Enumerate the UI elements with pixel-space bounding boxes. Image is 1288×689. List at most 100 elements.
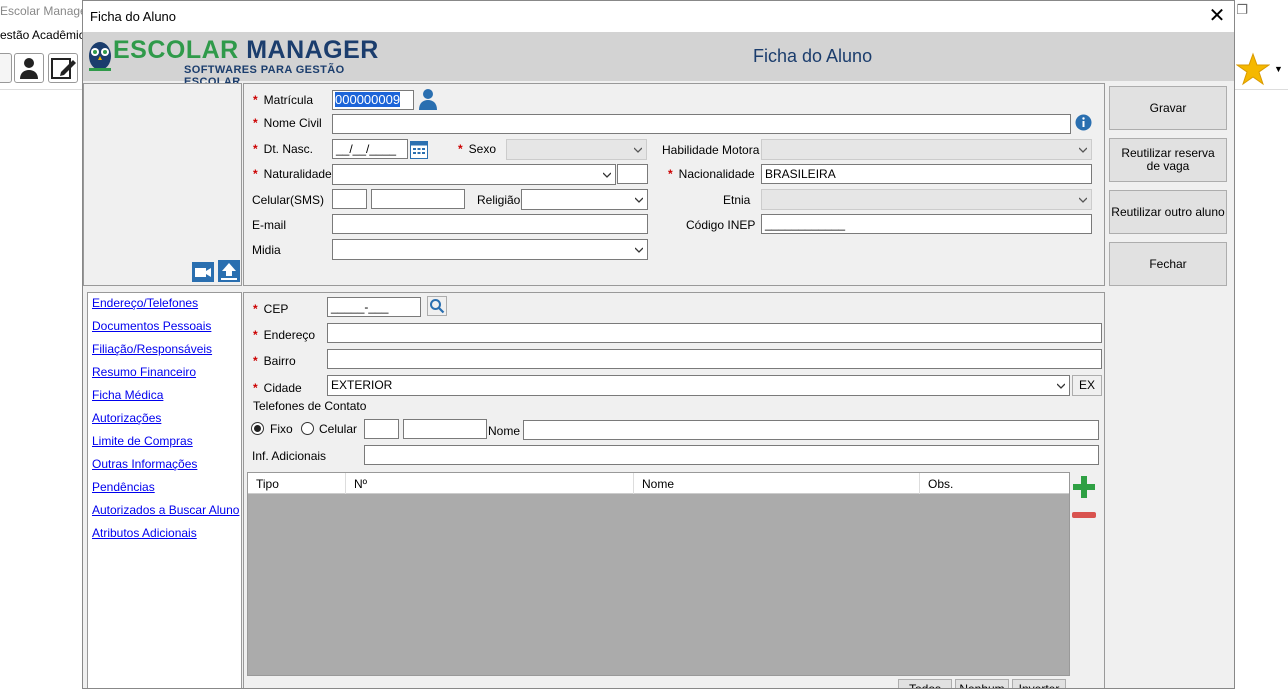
chevron-down-icon (603, 172, 611, 178)
column-header-obs[interactable]: Obs. (920, 473, 1071, 494)
inf-adicionais-field[interactable] (364, 445, 1099, 465)
contato-nome-field[interactable] (523, 420, 1099, 440)
cidade-label: * Cidade (253, 381, 302, 395)
upload-icon[interactable] (218, 260, 240, 282)
student-icon[interactable] (14, 53, 44, 83)
background-app-menu[interactable]: estão Acadêmic (0, 28, 85, 42)
email-field[interactable] (332, 214, 648, 234)
nav-filiacao-responsaveis[interactable]: Filiação/Responsáveis (92, 342, 212, 356)
nav-autorizados-buscar[interactable]: Autorizados a Buscar Aluno (92, 503, 239, 517)
edit-icon[interactable] (48, 53, 78, 83)
add-phone-icon[interactable] (1072, 475, 1096, 499)
background-app-title: Escolar Manage (0, 4, 87, 18)
column-header-nome[interactable]: Nome (634, 473, 920, 494)
inep-label: Código INEP (686, 218, 756, 232)
star-icon[interactable] (1236, 52, 1270, 86)
midia-select[interactable] (332, 239, 648, 260)
action-panel: Gravar Reutilizar reserva de vaga Reutil… (1105, 83, 1234, 688)
student-search-icon[interactable] (418, 88, 438, 110)
celular-number-field[interactable] (371, 189, 465, 209)
column-header-tipo[interactable]: Tipo (248, 473, 346, 494)
celular-ddd-field[interactable] (332, 189, 367, 209)
email-label: E-mail (252, 218, 287, 232)
celular-radio-label: Celular (319, 422, 358, 436)
column-header-numero[interactable]: Nº (346, 473, 634, 494)
inep-field[interactable]: ____________ (761, 214, 1092, 234)
cep-search-button[interactable] (427, 296, 447, 316)
chevron-down-icon (1079, 147, 1087, 153)
nome-label: Nome (488, 424, 521, 438)
logo-manager: MANAGER (246, 36, 379, 64)
cidade-uf-button[interactable]: EX (1072, 375, 1102, 396)
nav-ficha-medica[interactable]: Ficha Médica (92, 388, 163, 402)
religiao-select[interactable] (521, 189, 648, 210)
list-icon[interactable] (0, 53, 12, 83)
phones-table[interactable]: Tipo Nº Nome Obs. (247, 472, 1070, 676)
tel-number-field[interactable] (403, 419, 487, 439)
ficha-aluno-dialog: Ficha do Aluno ✕ ESCOLAR MANAGER SOFTWAR… (82, 0, 1235, 689)
nav-endereco-telefones[interactable]: Endereço/Telefones (92, 296, 198, 310)
remove-phone-icon[interactable] (1072, 511, 1096, 519)
invert-selection-button[interactable]: Inverter (1012, 679, 1066, 688)
naturalidade-select[interactable] (332, 164, 616, 185)
naturalidade-uf-field[interactable] (617, 164, 648, 184)
dialog-titlebar: Ficha do Aluno ✕ (83, 1, 1234, 32)
sexo-select[interactable] (506, 139, 647, 160)
nav-autorizacoes[interactable]: Autorizações (92, 411, 161, 425)
chevron-down-icon (635, 197, 643, 203)
inf-adicionais-label: Inf. Adicionais (252, 449, 327, 463)
address-panel: * CEP _____-___ * Endereço * Bairro * Cidade… (243, 292, 1105, 688)
fixo-label: Fixo (270, 422, 293, 436)
nav-atributos-adicionais[interactable]: Atributos Adicionais (92, 526, 197, 540)
matricula-field[interactable]: 000000009 (332, 90, 414, 110)
dialog-title: Ficha do Aluno (90, 9, 177, 24)
fechar-button[interactable]: Fechar (1109, 242, 1227, 286)
nome-civil-field[interactable] (332, 114, 1071, 134)
nav-pendencias[interactable]: Pendências (92, 480, 155, 494)
cep-field[interactable]: _____-___ (327, 297, 421, 317)
select-all-button[interactable]: Todos (898, 679, 952, 688)
calendar-icon[interactable] (410, 139, 428, 159)
sexo-label: * Sexo (458, 142, 497, 156)
page-title: Ficha do Aluno (753, 46, 873, 66)
info-icon[interactable] (1075, 114, 1092, 131)
bairro-field[interactable] (327, 349, 1102, 369)
phones-table-header: Tipo Nº Nome Obs. (248, 473, 1069, 494)
logo-escolar: ESCOLAR (113, 36, 239, 64)
close-button[interactable]: ✕ (1204, 3, 1230, 29)
search-icon (430, 299, 445, 314)
camera-icon[interactable] (192, 262, 214, 282)
endereco-field[interactable] (327, 323, 1102, 343)
bairro-label: * Bairro (253, 354, 296, 368)
cidade-select[interactable]: EXTERIOR (327, 375, 1070, 396)
restore-window-icon[interactable]: ❐ (1236, 2, 1248, 18)
fixo-radio[interactable] (251, 422, 264, 435)
nome-civil-label: * Nome Civil (253, 116, 322, 130)
chevron-down-icon (635, 247, 643, 253)
select-none-button[interactable]: Nenhum (955, 679, 1009, 688)
tel-ddd-field[interactable] (364, 419, 399, 439)
naturalidade-label: * Naturalidade (253, 167, 332, 181)
nav-outras-informacoes[interactable]: Outras Informações (92, 457, 197, 471)
reutilizar-reserva-button[interactable]: Reutilizar reserva de vaga (1109, 138, 1227, 182)
chevron-down-icon[interactable]: ▼ (1274, 64, 1283, 74)
etnia-select[interactable] (761, 189, 1092, 210)
student-form-panel: * Matrícula 000000009 * Nome Civil * Dt. Na… (243, 83, 1105, 286)
chevron-down-icon (1057, 383, 1065, 389)
nav-resumo-financeiro[interactable]: Resumo Financeiro (92, 365, 196, 379)
endereco-label: * Endereço (253, 328, 316, 342)
nacionalidade-field[interactable]: BRASILEIRA (761, 164, 1092, 184)
nav-limite-compras[interactable]: Limite de Compras (92, 434, 193, 448)
nacionalidade-label: * Nacionalidade (668, 167, 755, 181)
habilidade-motora-select[interactable] (761, 139, 1092, 160)
midia-label: Midia (252, 243, 281, 257)
telefones-group-label: Telefones de Contato (253, 399, 367, 413)
photo-panel[interactable] (83, 83, 242, 286)
celular-radio[interactable] (301, 422, 314, 435)
nav-documentos-pessoais[interactable]: Documentos Pessoais (92, 319, 211, 333)
celular-label: Celular(SMS) (252, 193, 325, 207)
dt-nasc-field[interactable]: __/__/____ (332, 139, 408, 159)
gravar-button[interactable]: Gravar (1109, 86, 1227, 130)
reutilizar-aluno-button[interactable]: Reutilizar outro aluno (1109, 190, 1227, 234)
chevron-down-icon (634, 147, 642, 153)
